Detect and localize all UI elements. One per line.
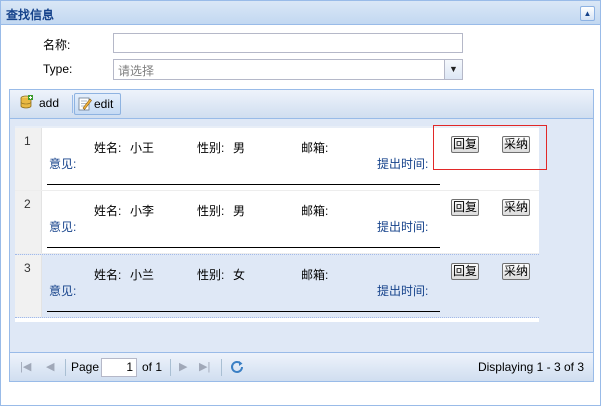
- pager-separator: [221, 359, 222, 376]
- name-label: 姓名:: [94, 204, 122, 218]
- name-value: 小李: [130, 204, 155, 218]
- table-row[interactable]: 2 姓名: 小李 性别: 男 邮箱: 意见: 提出时间: 回复 采纳: [15, 191, 539, 253]
- gender-label: 性别:: [197, 141, 225, 155]
- collapse-icon[interactable]: ▲: [580, 6, 595, 21]
- edit-label: edit: [94, 97, 114, 111]
- last-page-icon[interactable]: ▶|: [199, 360, 210, 373]
- panel-title: 查找信息: [6, 8, 55, 22]
- grid-toolbar: add edit: [10, 90, 593, 119]
- paging-toolbar: |◀ ◀ Page 1 of 1 ▶ ▶| Displaying 1 - 3 o…: [10, 352, 593, 381]
- first-page-icon[interactable]: |◀: [20, 360, 31, 373]
- time-label: 提出时间:: [377, 157, 429, 171]
- page-number-input[interactable]: 1: [101, 358, 137, 377]
- next-page-icon[interactable]: ▶: [179, 360, 187, 373]
- page-count: of 1: [142, 360, 163, 374]
- annotation-highlight-box: [433, 125, 547, 170]
- adopt-button[interactable]: 采纳: [502, 263, 530, 280]
- row-number: 2: [15, 191, 42, 253]
- gender-value: 男: [233, 141, 246, 155]
- page-label: Page: [71, 360, 100, 374]
- display-message: Displaying 1 - 3 of 3: [477, 360, 584, 374]
- gender-value: 女: [233, 268, 246, 282]
- name-label: 姓名:: [94, 141, 122, 155]
- refresh-icon[interactable]: [229, 359, 245, 375]
- add-label: add: [39, 96, 60, 110]
- reply-button[interactable]: 回复: [451, 199, 479, 216]
- pager-separator: [65, 359, 66, 376]
- row-divider: [47, 184, 440, 185]
- opinion-label: 意见:: [49, 220, 77, 234]
- gender-label: 性别:: [197, 204, 225, 218]
- gender-value: 男: [233, 204, 246, 218]
- name-label: 名称:: [43, 38, 71, 52]
- adopt-button[interactable]: 采纳: [502, 199, 530, 216]
- edit-icon: [78, 97, 92, 111]
- name-input[interactable]: [113, 33, 463, 53]
- email-label: 邮箱:: [301, 204, 329, 218]
- opinion-label: 意见:: [49, 157, 77, 171]
- panel-header: 查找信息 ▲: [1, 1, 600, 25]
- add-database-icon: [20, 95, 33, 109]
- row-divider: [47, 247, 440, 248]
- type-placeholder: 请选择: [118, 64, 155, 78]
- name-value: 小兰: [130, 268, 155, 282]
- email-label: 邮箱:: [301, 268, 329, 282]
- search-panel: 查找信息 ▲ 名称: Type: 请选择 ▼ add edit 1 姓名: 小王…: [0, 0, 601, 406]
- row-divider: [47, 311, 440, 312]
- row-number: 3: [15, 255, 42, 317]
- pager-separator: [170, 359, 171, 376]
- type-select[interactable]: 请选择 ▼: [113, 59, 463, 80]
- chevron-down-icon[interactable]: ▼: [444, 60, 462, 79]
- prev-page-icon[interactable]: ◀: [46, 360, 54, 373]
- gender-label: 性别:: [197, 268, 225, 282]
- time-label: 提出时间:: [377, 284, 429, 298]
- row-number: 1: [15, 128, 42, 190]
- email-label: 邮箱:: [301, 141, 329, 155]
- reply-button[interactable]: 回复: [451, 263, 479, 280]
- time-label: 提出时间:: [377, 220, 429, 234]
- add-button[interactable]: add: [17, 93, 67, 113]
- toolbar-separator: [72, 95, 73, 113]
- opinion-label: 意见:: [49, 284, 77, 298]
- table-row-selected[interactable]: 3 姓名: 小兰 性别: 女 邮箱: 意见: 提出时间: 回复 采纳: [15, 254, 539, 318]
- type-label: Type:: [43, 62, 73, 76]
- name-value: 小王: [130, 141, 155, 155]
- edit-button[interactable]: edit: [74, 93, 121, 115]
- name-label: 姓名:: [94, 268, 122, 282]
